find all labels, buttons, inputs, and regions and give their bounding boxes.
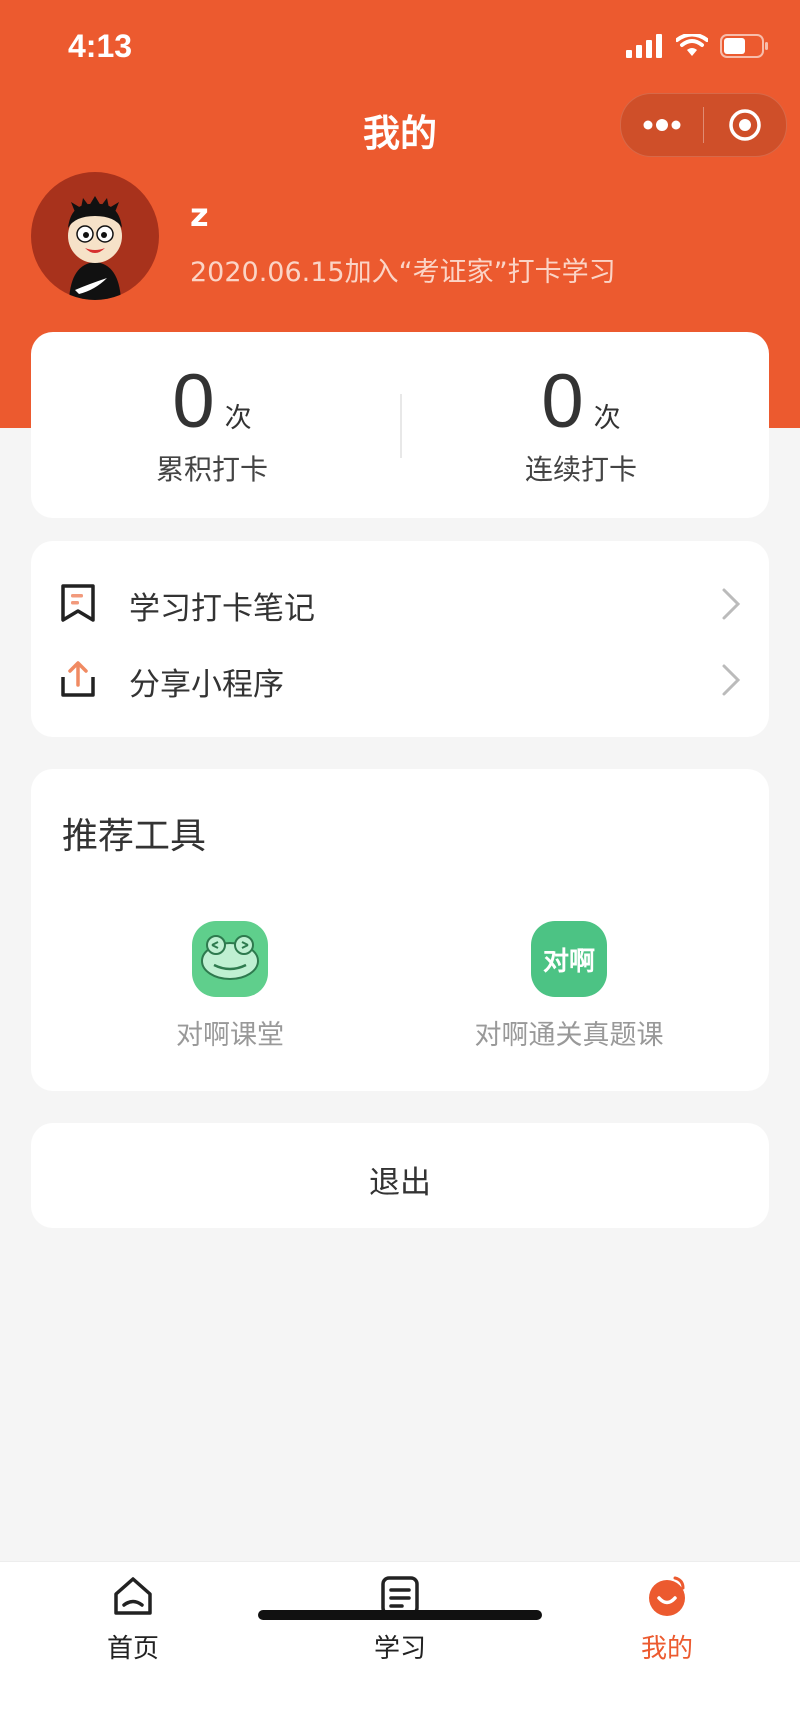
tab-label-home: 首页 <box>106 1634 159 1664</box>
tool-duia-classroom[interactable]: 对啊课堂 <box>100 921 360 1052</box>
tool-duia-exam-course[interactable]: 对啊 对啊通关真题课 <box>439 921 699 1052</box>
stat-total-label: 累积打卡 <box>155 453 268 486</box>
bookmark-note-icon <box>61 584 95 622</box>
smile-face-icon <box>649 1576 685 1616</box>
logout-label: 退出 <box>369 1165 431 1201</box>
frog-icon <box>192 921 268 997</box>
logout-button[interactable]: 退出 <box>31 1123 769 1228</box>
home-icon <box>114 1577 152 1615</box>
stat-streak: 0次 连续打卡 <box>431 362 731 488</box>
signal-icon <box>626 34 662 58</box>
stat-streak-label: 连续打卡 <box>524 453 637 486</box>
wifi-icon <box>676 34 708 56</box>
tab-mine[interactable]: 我的 <box>597 1574 737 1665</box>
duia-logo-icon: 对啊 <box>531 921 607 997</box>
stat-total-value: 0 <box>172 359 215 444</box>
more-button[interactable] <box>621 94 703 156</box>
tools-title: 推荐工具 <box>62 816 207 857</box>
username: z <box>190 196 209 234</box>
join-date-text: 2020.06.15加入“考证家”打卡学习 <box>190 257 616 288</box>
mini-program-capsule <box>620 93 787 157</box>
tool-label-duia-classroom: 对啊课堂 <box>176 1020 284 1051</box>
status-bar: 4:13 <box>0 0 800 96</box>
home-indicator <box>258 1610 542 1620</box>
stat-streak-unit: 次 <box>593 403 621 434</box>
status-icons <box>626 34 770 58</box>
close-program-button[interactable] <box>704 94 786 156</box>
recommended-tools-card: 推荐工具 对啊课堂 对啊 对啊通关真题课 <box>31 769 769 1091</box>
chevron-right-icon <box>722 664 741 696</box>
stat-streak-value: 0 <box>541 359 584 444</box>
cartoon-avatar-icon <box>68 196 122 300</box>
stat-total-unit: 次 <box>224 403 252 434</box>
stat-total: 0次 累积打卡 <box>62 362 362 488</box>
target-circle-icon <box>729 109 761 141</box>
duia-logo-text: 对啊 <box>542 946 595 977</box>
menu-label-study-notes: 学习打卡笔记 <box>129 591 315 627</box>
share-upload-icon <box>61 661 95 697</box>
stats-divider <box>400 394 402 458</box>
menu-item-share[interactable]: 分享小程序 <box>31 641 769 717</box>
battery-icon <box>720 34 768 58</box>
tab-label-study: 学习 <box>373 1634 426 1664</box>
menu-item-study-notes[interactable]: 学习打卡笔记 <box>31 565 769 641</box>
tab-label-mine: 我的 <box>640 1634 693 1664</box>
tab-home[interactable]: 首页 <box>63 1574 203 1665</box>
chevron-right-icon <box>722 588 741 620</box>
status-time: 4:13 <box>68 28 133 64</box>
checkin-stats-card: 0次 累积打卡 0次 连续打卡 <box>31 332 769 518</box>
menu-card: 学习打卡笔记 分享小程序 <box>31 541 769 737</box>
tool-label-duia-exam-course: 对啊通关真题课 <box>474 1020 664 1051</box>
avatar[interactable] <box>31 172 159 300</box>
tab-bar: 首页 学习 我的 <box>0 1561 800 1732</box>
more-dots-icon <box>643 119 681 131</box>
menu-label-share: 分享小程序 <box>129 667 284 703</box>
